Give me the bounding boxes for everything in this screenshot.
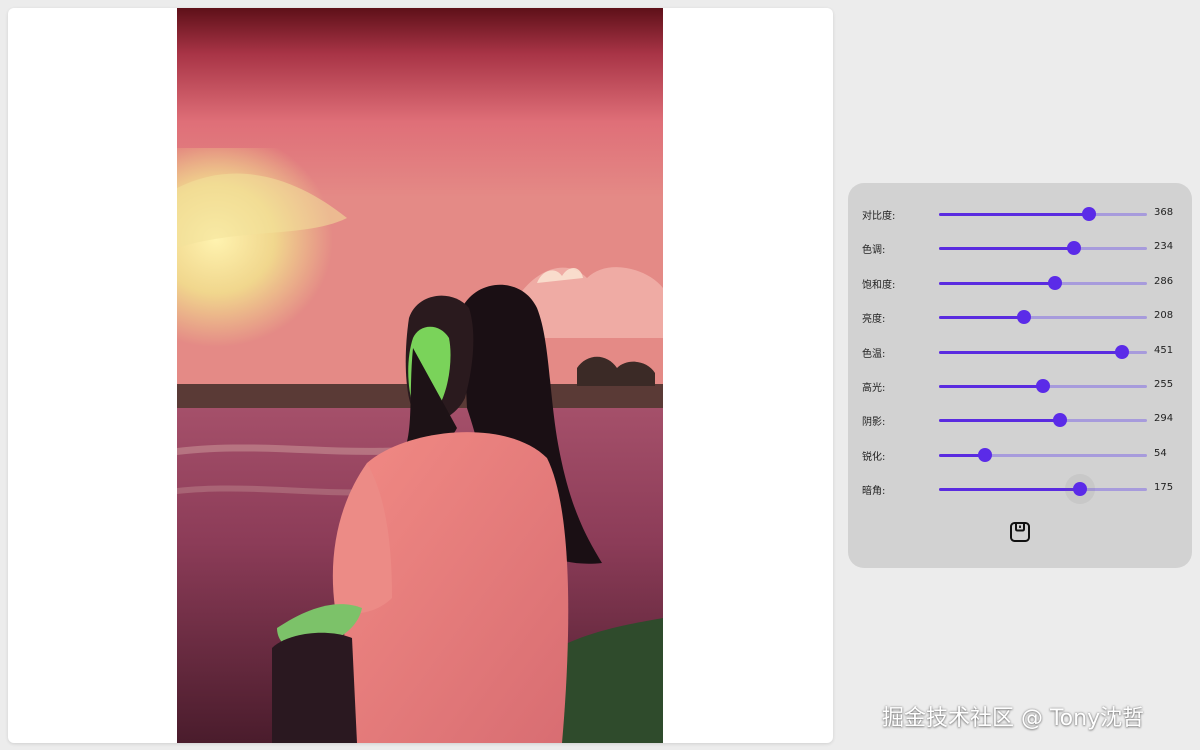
slider-thumb-sharpen[interactable] <box>977 447 992 462</box>
slider-fill-contrast <box>939 213 1089 216</box>
slider-fill-temperature <box>939 350 1123 354</box>
slider-track-brightness[interactable] <box>939 310 1147 325</box>
slider-fill-tint <box>939 247 1075 251</box>
slider-thumb-contrast[interactable] <box>1081 207 1096 221</box>
slider-value-brightness: 208 <box>1154 310 1174 322</box>
slider-row-temperature: 色温: 451 <box>848 342 1192 362</box>
slider-value-temperature: 451 <box>1154 344 1174 356</box>
slider-value-sharpen: 54 <box>1154 447 1167 459</box>
edited-photo <box>177 8 663 743</box>
slider-fill-shadows <box>939 419 1060 423</box>
slider-row-brightness: 亮度: 208 <box>848 307 1192 327</box>
slider-fill-vignette <box>939 488 1081 492</box>
slider-thumb-brightness[interactable] <box>1017 310 1032 325</box>
slider-track-saturation[interactable] <box>939 275 1147 290</box>
slider-value-shadows: 294 <box>1154 413 1174 425</box>
slider-track-sharpen[interactable] <box>939 447 1147 462</box>
slider-thumb-temperature[interactable] <box>1115 344 1130 359</box>
slider-label-tint: 色调: <box>862 245 886 257</box>
slider-thumb-saturation[interactable] <box>1048 275 1063 290</box>
slider-fill-brightness <box>939 316 1025 320</box>
slider-thumb-shadows[interactable] <box>1052 413 1067 428</box>
slider-label-vignette: 暗角: <box>862 486 886 498</box>
slider-label-highlights: 高光: <box>862 383 886 394</box>
save-icon <box>1010 522 1030 542</box>
slider-value-highlights: 255 <box>1154 379 1174 390</box>
slider-row-highlights: 高光: 255 <box>848 376 1192 396</box>
slider-track-vignette[interactable] <box>939 482 1147 497</box>
slider-track-highlights[interactable] <box>939 379 1147 393</box>
slider-track-shadows[interactable] <box>939 413 1147 428</box>
slider-track-contrast[interactable] <box>939 207 1147 221</box>
slider-row-vignette: 暗角: 175 <box>848 479 1192 499</box>
slider-row-contrast: 对比度: 368 <box>848 204 1192 224</box>
slider-value-vignette: 175 <box>1154 482 1174 494</box>
slider-thumb-highlights[interactable] <box>1036 379 1050 393</box>
watermark: 掘金技术社区 @ Tony沈哲 <box>882 706 1145 731</box>
slider-label-saturation: 饱和度: <box>862 279 896 291</box>
slider-track-tint[interactable] <box>939 241 1147 256</box>
slider-row-saturation: 饱和度: 286 <box>848 273 1192 293</box>
slider-label-temperature: 色温: <box>862 348 886 360</box>
slider-row-shadows: 阴影: 294 <box>848 410 1192 430</box>
slider-value-saturation: 286 <box>1154 275 1174 287</box>
slider-row-tint: 色调: 234 <box>848 238 1192 258</box>
slider-label-brightness: 亮度: <box>862 314 886 326</box>
image-canvas <box>8 8 833 743</box>
slider-track-temperature[interactable] <box>939 344 1147 359</box>
slider-fill-saturation <box>939 281 1056 285</box>
slider-row-sharpen: 锐化: 54 <box>848 445 1192 465</box>
slider-label-shadows: 阴影: <box>862 417 886 429</box>
slider-thumb-tint[interactable] <box>1067 241 1082 256</box>
slider-value-contrast: 368 <box>1154 207 1174 218</box>
slider-label-contrast: 对比度: <box>862 211 896 222</box>
slider-thumb-vignette[interactable] <box>1073 482 1088 497</box>
slider-fill-highlights <box>939 385 1043 388</box>
save-button[interactable] <box>1008 520 1032 544</box>
slider-value-tint: 234 <box>1154 241 1174 253</box>
slider-label-sharpen: 锐化: <box>862 451 886 463</box>
adjustment-panel: 对比度: 368 色调: 234 饱和度: 286 亮度: 208 色温: 451 高光: 255 阴影… <box>848 183 1192 568</box>
